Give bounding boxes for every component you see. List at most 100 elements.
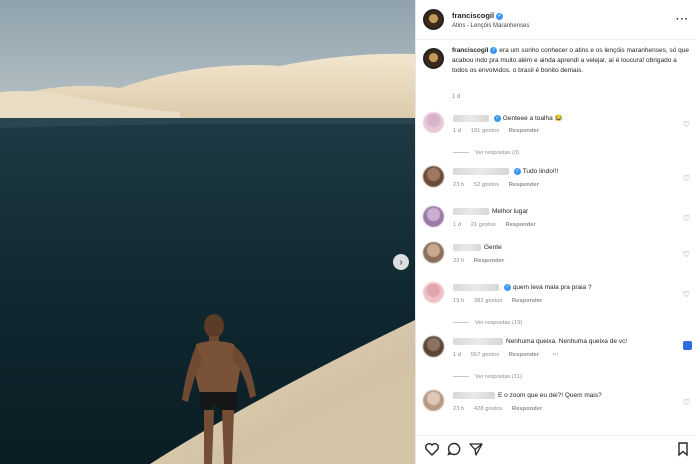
view-replies-label[interactable]: Ver respostas (19): [475, 320, 522, 326]
share-icon[interactable]: [468, 441, 484, 457]
blurred-username[interactable]: [453, 208, 489, 215]
post-photo: ›: [0, 0, 415, 464]
next-photo-button[interactable]: ›: [393, 254, 409, 270]
comment-item: Gente 23 h Responder ♡: [416, 242, 696, 282]
comment-likes[interactable]: 21 gostos: [471, 222, 496, 228]
comment-item: Melhor lugar 1 d 21 gostos Responder ♡: [416, 206, 696, 246]
replies-divider: [453, 151, 469, 153]
blurred-username[interactable]: [453, 284, 499, 291]
avatar[interactable]: [423, 242, 444, 263]
avatar[interactable]: [423, 9, 444, 30]
lencois-landscape-image: [0, 0, 415, 464]
heart-icon[interactable]: ♡: [683, 250, 690, 259]
comment-text: ✓ Tudo lindo!!!: [453, 168, 558, 175]
heart-icon[interactable]: ♡: [683, 214, 690, 223]
comment-likes[interactable]: 382 gostos: [474, 298, 502, 304]
username-text[interactable]: franciscogil: [452, 11, 494, 20]
comment-item: ✓ Genteee a toalha 😂 1 d 191 gostos Resp…: [416, 112, 696, 156]
comment-text: E o zoom que eu dei?! Quem mais?: [453, 392, 602, 399]
comment-meta: 23 h 52 gostos Responder: [453, 182, 547, 188]
comment-body: quem leva mala pra praia ?: [512, 284, 592, 292]
verified-badge-icon: ✓: [504, 284, 511, 291]
comment-body: Melhor lugar: [492, 208, 529, 216]
blurred-username[interactable]: [453, 168, 509, 175]
caption-username[interactable]: franciscogil: [452, 47, 488, 54]
comment-text: ✓ quem leva mala pra praia ?: [453, 284, 592, 291]
heart-icon[interactable]: ♡: [683, 120, 690, 129]
comment-time: 23 h: [453, 406, 465, 412]
reply-button[interactable]: Responder: [505, 222, 535, 228]
comment-likes[interactable]: 52 gostos: [474, 182, 499, 188]
reply-button[interactable]: Responder: [474, 258, 504, 264]
verified-badge-icon: ✓: [490, 46, 498, 54]
reply-button[interactable]: Responder: [512, 406, 542, 412]
report-icon[interactable]: [683, 341, 692, 350]
comment-meta: 1 d 557 gostos Responder ···: [453, 352, 566, 358]
replies-divider: [453, 375, 469, 377]
reply-button[interactable]: Responder: [509, 182, 539, 188]
comment-likes[interactable]: 191 gostos: [471, 128, 499, 134]
comment-time: 23 h: [453, 182, 465, 188]
post-username[interactable]: franciscogil ✓: [452, 11, 504, 20]
heart-icon[interactable]: ♡: [683, 398, 690, 407]
comment-item: ✓ quem leva mala pra praia ? 19 h 382 go…: [416, 282, 696, 326]
blurred-username[interactable]: [453, 338, 503, 345]
comment-meta: 23 h 428 gostos Responder: [453, 406, 550, 412]
comment-time: 1 d: [453, 352, 462, 358]
heart-icon[interactable]: ♡: [683, 290, 690, 299]
verified-badge-icon: ✓: [496, 12, 504, 20]
comment-time: 23 h: [453, 258, 465, 264]
reply-button[interactable]: Responder: [512, 298, 542, 304]
comment-meta: 23 h Responder: [453, 258, 512, 264]
avatar[interactable]: [423, 166, 444, 187]
blurred-username[interactable]: [453, 244, 481, 251]
heart-icon[interactable]: ♡: [683, 174, 690, 183]
comment-time: 1 d: [453, 222, 462, 228]
comment-time: 19 h: [453, 298, 465, 304]
post-header: franciscogil ✓ Atins - Lençóis Maranhense…: [416, 0, 696, 40]
comment-text: Gente: [453, 244, 502, 251]
comment-body: E o zoom que eu dei?! Quem mais?: [498, 392, 602, 400]
view-replies-link[interactable]: Ver respostas (11): [453, 374, 522, 380]
comment-body: Genteee a toalha 😂: [502, 115, 563, 122]
comment-meta: 1 d 191 gostos Responder: [453, 128, 547, 134]
avatar[interactable]: [423, 206, 444, 227]
comment-body: Tudo lindo!!!: [522, 168, 559, 176]
reply-button[interactable]: Responder: [509, 128, 539, 134]
post-sidebar: franciscogil ✓ Atins - Lençóis Maranhense…: [415, 0, 696, 464]
comment-item: Nenhuma queixa. Nenhuma queixa de vc! 1 …: [416, 336, 696, 380]
avatar[interactable]: [423, 112, 444, 133]
caption-time: 1 d: [452, 94, 461, 100]
comment-body: Nenhuma queixa. Nenhuma queixa de vc!: [506, 338, 628, 346]
more-options-icon[interactable]: ···: [676, 14, 689, 25]
blurred-username[interactable]: [453, 392, 495, 399]
avatar[interactable]: [423, 336, 444, 357]
comment-text: Nenhuma queixa. Nenhuma queixa de vc!: [453, 338, 627, 345]
comment-text: Melhor lugar: [453, 208, 528, 215]
blurred-username[interactable]: [453, 114, 489, 122]
avatar[interactable]: [423, 282, 444, 303]
bookmark-icon[interactable]: [675, 441, 691, 457]
comment-meta: 1 d 21 gostos Responder: [453, 222, 544, 228]
caption-body: franciscogil ✓ era um sonho conhecer o at…: [452, 46, 690, 76]
comment-likes[interactable]: 428 gostos: [474, 406, 502, 412]
view-replies-link[interactable]: Ver respostas (19): [453, 320, 522, 326]
comment-body: Gente: [484, 244, 502, 252]
replies-divider: [453, 321, 469, 323]
comment-text: ✓ Genteee a toalha 😂: [453, 114, 563, 122]
comment-likes[interactable]: 557 gostos: [471, 352, 499, 358]
verified-badge-icon: ✓: [494, 114, 501, 122]
view-replies-link[interactable]: Ver respostas (3): [453, 150, 519, 156]
action-bar: [416, 435, 696, 464]
verified-badge-icon: ✓: [514, 168, 521, 175]
reply-button[interactable]: Responder: [509, 352, 539, 358]
view-replies-label[interactable]: Ver respostas (11): [475, 374, 522, 380]
view-replies-label[interactable]: Ver respostas (3): [475, 150, 519, 156]
more-options-icon[interactable]: ···: [553, 352, 559, 358]
post-location[interactable]: Atins - Lençóis Maranhenses: [452, 23, 529, 29]
comment-icon[interactable]: [446, 441, 462, 457]
heart-icon[interactable]: [424, 441, 440, 457]
avatar[interactable]: [423, 390, 444, 411]
comment-time: 1 d: [453, 128, 462, 134]
caption-avatar[interactable]: [423, 48, 444, 69]
